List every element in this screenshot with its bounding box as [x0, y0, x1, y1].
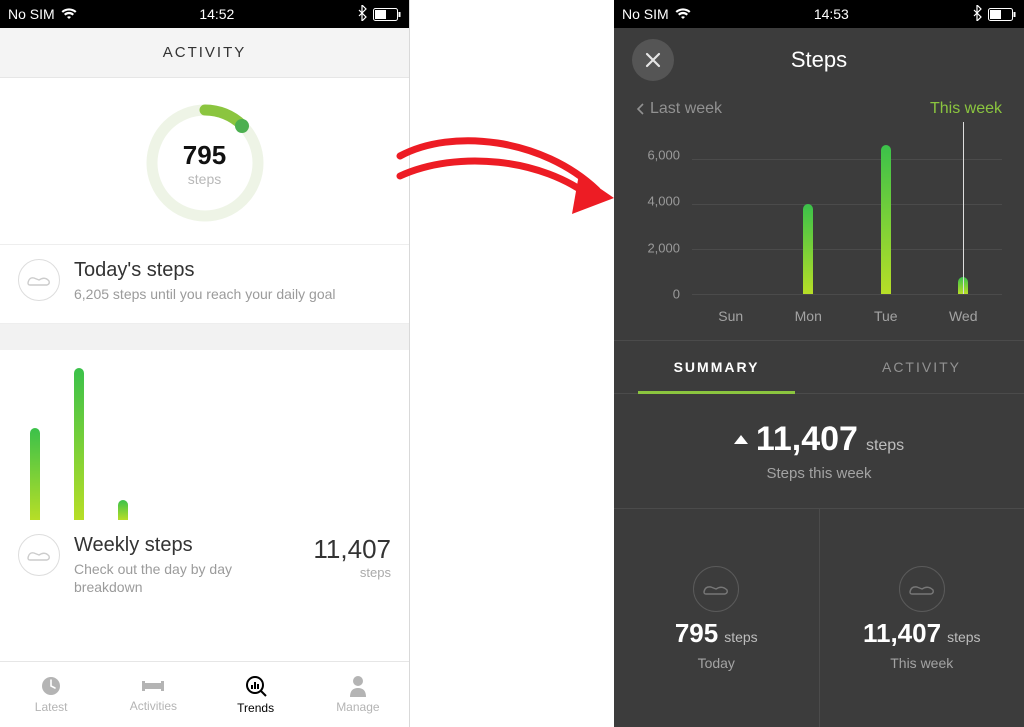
carrier-label: No SIM: [8, 6, 55, 22]
shoe-icon: [899, 566, 945, 612]
tab-activities[interactable]: Activities: [102, 662, 204, 727]
x-tick: Mon: [770, 308, 848, 324]
y-tick: 6,000: [647, 148, 680, 163]
y-tick: 0: [673, 287, 680, 302]
ring-value: 795: [183, 140, 226, 171]
wifi-icon: [61, 8, 77, 20]
tab-activity[interactable]: ACTIVITY: [819, 341, 1024, 393]
shoe-icon: [693, 566, 739, 612]
summary-subtitle: Steps this week: [766, 465, 871, 482]
steps-bar-chart: 6,000 4,000 2,000 0 Sun Mon Tue: [614, 124, 1024, 336]
steps-header: Steps: [614, 28, 1024, 92]
week-label: This week: [890, 655, 953, 671]
today-ring-card[interactable]: 795 steps: [0, 78, 409, 245]
activity-header: ACTIVITY: [0, 28, 409, 78]
activities-icon: [141, 676, 165, 696]
bluetooth-icon: [972, 5, 982, 24]
person-icon: [348, 675, 368, 697]
page-title: ACTIVITY: [163, 44, 247, 61]
x-tick: Wed: [925, 308, 1003, 324]
summary-footer: 795 steps Today 11,407 steps This week: [614, 509, 1024, 727]
summary-tabs: SUMMARY ACTIVITY: [614, 340, 1024, 394]
close-icon: [644, 51, 662, 69]
x-tick: Sun: [692, 308, 770, 324]
week-unit: steps: [947, 629, 980, 645]
close-button[interactable]: [632, 39, 674, 81]
ring-unit: steps: [188, 171, 221, 187]
tab-trends[interactable]: Trends: [205, 662, 307, 727]
tab-manage[interactable]: Manage: [307, 662, 409, 727]
chevron-left-icon: [636, 103, 644, 115]
todays-steps-title: Today's steps: [74, 259, 336, 282]
weekly-value: 11,407: [313, 534, 391, 565]
clock-icon: [40, 675, 62, 697]
carrier-label: No SIM: [622, 6, 669, 22]
todays-steps-row[interactable]: Today's steps 6,205 steps until you reac…: [0, 245, 409, 324]
battery-icon: [988, 8, 1016, 21]
summary-value: 11,407: [756, 420, 858, 459]
weekly-unit: steps: [313, 565, 391, 580]
section-divider: [0, 324, 409, 350]
week-value: 11,407: [863, 618, 941, 649]
summary-unit: steps: [866, 437, 904, 455]
status-bar: No SIM 14:52: [0, 0, 409, 28]
todays-steps-subtitle: 6,205 steps until you reach your daily g…: [74, 285, 336, 303]
arrow-icon: [392, 118, 622, 238]
battery-icon: [373, 8, 401, 21]
tab-summary[interactable]: SUMMARY: [614, 341, 819, 393]
summary-panel: 11,407 steps Steps this week: [614, 394, 1024, 509]
y-tick: 2,000: [647, 240, 680, 255]
week-stat[interactable]: 11,407 steps This week: [820, 509, 1024, 727]
tab-latest[interactable]: Latest: [0, 662, 102, 727]
phone-steps-screen: No SIM 14:53 Steps: [614, 0, 1024, 727]
trends-icon: [244, 674, 268, 698]
today-value: 795: [675, 618, 718, 649]
annotation-gap: [410, 0, 614, 727]
current-day-marker: [963, 122, 964, 294]
weekly-steps-card[interactable]: Weekly steps Check out the day by day br…: [0, 350, 409, 661]
shoe-icon: [18, 259, 60, 301]
weekly-steps-title: Weekly steps: [74, 534, 299, 557]
week-nav: Last week This week: [614, 92, 1024, 118]
trend-up-icon: [734, 435, 748, 444]
weekly-steps-subtitle: Check out the day by day breakdown: [74, 560, 299, 596]
page-title: Steps: [674, 47, 1006, 73]
clock-label: 14:52: [199, 6, 234, 22]
current-week-label: This week: [930, 100, 1002, 118]
weekly-mini-chart: [0, 350, 409, 520]
x-tick: Tue: [847, 308, 925, 324]
clock-label: 14:53: [814, 6, 849, 22]
phone-activity-screen: No SIM 14:52 ACTIVITY: [0, 0, 410, 727]
prev-week-button[interactable]: Last week: [636, 100, 722, 118]
today-stat[interactable]: 795 steps Today: [614, 509, 819, 727]
today-label: Today: [698, 655, 735, 671]
wifi-icon: [675, 8, 691, 20]
y-tick: 4,000: [647, 194, 680, 209]
bluetooth-icon: [357, 5, 367, 24]
shoe-icon: [18, 534, 60, 576]
tab-bar: Latest Activities Trends Manage: [0, 661, 409, 727]
status-bar: No SIM 14:53: [614, 0, 1024, 28]
today-unit: steps: [724, 629, 757, 645]
